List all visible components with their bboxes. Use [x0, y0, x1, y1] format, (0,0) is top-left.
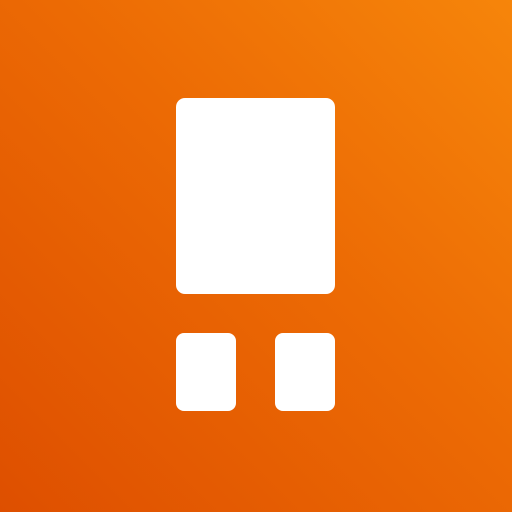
logo-small-block-left: [176, 333, 236, 411]
logo-small-block-right: [275, 333, 335, 411]
logo-large-block: [176, 98, 335, 294]
app-logo-icon: [0, 0, 512, 512]
